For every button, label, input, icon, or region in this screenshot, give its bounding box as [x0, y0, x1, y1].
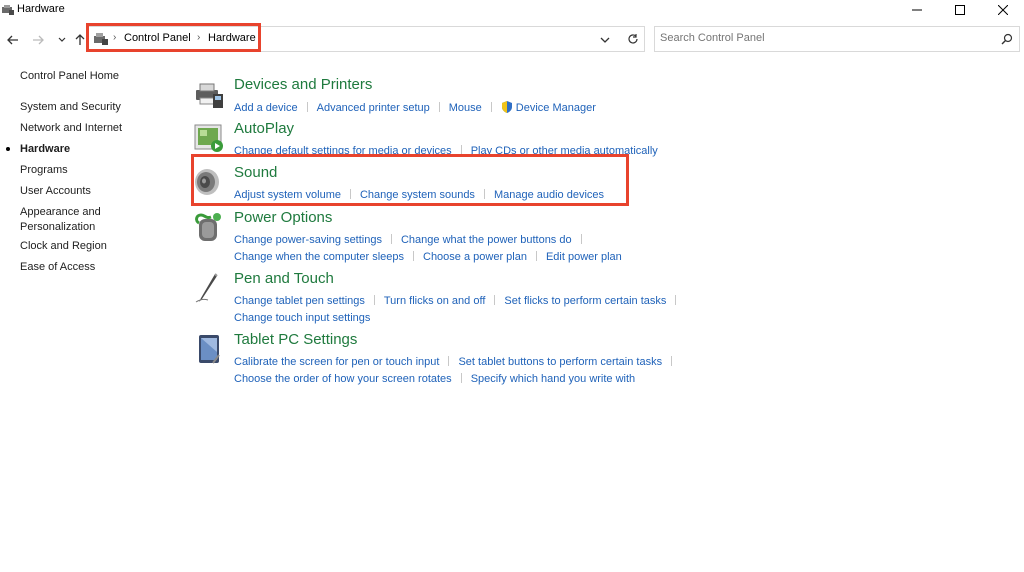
link-divider [438, 102, 440, 112]
category-title[interactable]: Pen and Touch [234, 270, 334, 287]
sidebar-item-control-panel-home[interactable]: Control Panel Home [20, 70, 119, 82]
printer-icon[interactable] [193, 78, 225, 110]
link-divider [390, 234, 392, 244]
link-change-touch-input-settings[interactable]: Change touch input settings [234, 312, 370, 324]
forward-button[interactable] [30, 32, 46, 48]
close-icon [998, 5, 1008, 15]
link-change-power-saving-settings[interactable]: Change power-saving settings [234, 234, 382, 246]
sidebar-item-user-accounts[interactable]: User Accounts [20, 184, 140, 199]
sidebar-item-network-and-internet[interactable]: Network and Internet [20, 121, 140, 136]
title-bar: Hardware [0, 0, 1024, 22]
hardware-icon [2, 5, 14, 15]
link-divider [490, 102, 492, 112]
link-set-flicks[interactable]: Set flicks to perform certain tasks [504, 295, 666, 307]
sidebar-item-ease-of-access[interactable]: Ease of Access [20, 260, 140, 275]
sound-highlight-box [191, 154, 629, 206]
category-tablet-pc-settings: Tablet PC Settings Calibrate the screen … [193, 331, 993, 385]
category-links: Change power-saving settings Change what … [234, 234, 591, 246]
back-button[interactable] [5, 32, 21, 48]
category-title[interactable]: Power Options [234, 209, 332, 226]
link-divider [460, 373, 462, 383]
link-divider [373, 295, 375, 305]
link-divider [675, 295, 677, 305]
link-divider [494, 295, 496, 305]
category-power-options: Power Options Change power-saving settin… [193, 209, 993, 263]
link-change-tablet-pen-settings[interactable]: Change tablet pen settings [234, 295, 365, 307]
maximize-button[interactable] [938, 0, 982, 20]
link-divider [413, 251, 414, 261]
link-calibrate-the-screen[interactable]: Calibrate the screen for pen or touch in… [234, 356, 439, 368]
category-title[interactable]: Devices and Printers [234, 76, 372, 93]
category-pen-and-touch: Pen and Touch Change tablet pen settings… [193, 270, 993, 324]
category-links: Change when the computer sleeps Choose a … [234, 251, 622, 263]
link-divider [671, 356, 673, 366]
sidebar-item-hardware[interactable]: Hardware [20, 142, 140, 157]
search-icon[interactable] [1001, 33, 1013, 45]
link-mouse[interactable]: Mouse [449, 102, 482, 114]
link-advanced-printer-setup[interactable]: Advanced printer setup [317, 102, 430, 114]
category-links: Calibrate the screen for pen or touch in… [234, 356, 681, 368]
sidebar-item-system-and-security[interactable]: System and Security [20, 100, 140, 115]
pen-icon[interactable] [193, 272, 225, 304]
category-links: Add a device Advanced printer setup Mouse D… [234, 101, 596, 114]
link-choose-screen-rotation-order[interactable]: Choose the order of how your screen rota… [234, 373, 452, 385]
link-choose-a-power-plan[interactable]: Choose a power plan [423, 251, 527, 263]
link-divider [535, 251, 537, 261]
power-options-icon[interactable] [193, 211, 225, 243]
sidebar-item-clock-and-region[interactable]: Clock and Region [20, 239, 140, 254]
search-input[interactable] [660, 32, 980, 44]
chevron-down-icon [58, 37, 66, 42]
minimize-icon [912, 9, 922, 11]
tablet-icon[interactable] [193, 333, 225, 365]
breadcrumb-highlight-box [86, 23, 261, 52]
category-links: Change touch input settings [234, 312, 370, 324]
refresh-button[interactable] [621, 26, 645, 52]
category-links: Choose the order of how your screen rota… [234, 373, 635, 385]
link-set-tablet-buttons[interactable]: Set tablet buttons to perform certain ta… [458, 356, 662, 368]
link-edit-power-plan[interactable]: Edit power plan [546, 251, 622, 263]
link-device-manager[interactable]: Device Manager [516, 102, 596, 114]
link-divider [580, 234, 582, 244]
link-change-when-computer-sleeps[interactable]: Change when the computer sleeps [234, 251, 404, 263]
link-add-a-device[interactable]: Add a device [234, 102, 298, 114]
link-change-power-buttons[interactable]: Change what the power buttons do [401, 234, 572, 246]
shield-icon [501, 101, 512, 113]
category-title[interactable]: Tablet PC Settings [234, 331, 357, 348]
recent-locations-button[interactable] [54, 32, 70, 48]
category-devices-and-printers: Devices and Printers Add a device Advance… [193, 76, 993, 126]
link-divider [306, 102, 308, 112]
maximize-icon [955, 5, 965, 15]
sidebar-item-appearance-and-personalization[interactable]: Appearance and Personalization [20, 205, 110, 235]
autoplay-icon[interactable] [193, 122, 225, 154]
arrow-up-icon [75, 34, 85, 45]
close-button[interactable] [981, 0, 1024, 20]
minimize-button[interactable] [895, 0, 939, 20]
window-title: Hardware [17, 3, 65, 15]
category-title[interactable]: AutoPlay [234, 120, 294, 137]
refresh-icon [627, 34, 638, 44]
category-links: Change tablet pen settings Turn flicks on… [234, 295, 685, 307]
link-divider [448, 356, 450, 366]
link-turn-flicks-on-off[interactable]: Turn flicks on and off [384, 295, 486, 307]
sidebar-item-programs[interactable]: Programs [20, 163, 140, 178]
arrow-right-icon [33, 35, 44, 45]
chevron-down-icon[interactable] [599, 34, 611, 46]
link-specify-writing-hand[interactable]: Specify which hand you write with [471, 373, 635, 385]
arrow-left-icon [7, 35, 18, 45]
search-box[interactable] [654, 26, 1020, 52]
active-bullet-icon [6, 147, 10, 151]
